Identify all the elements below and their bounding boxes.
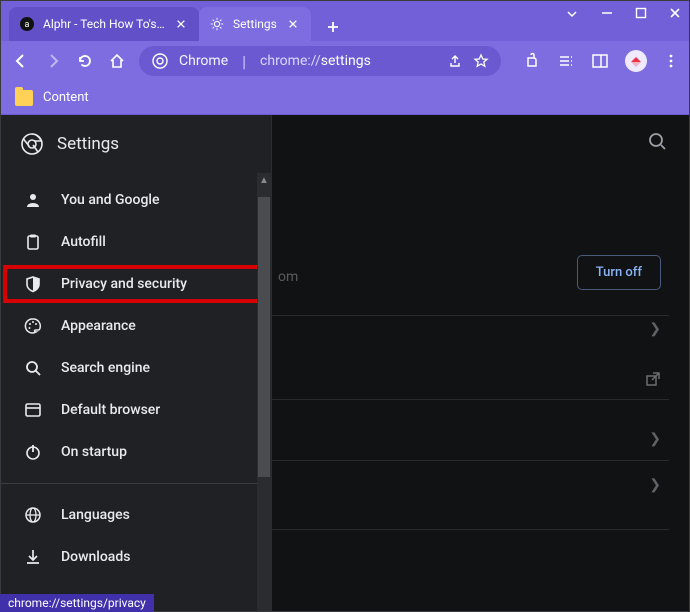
sidebar-item-label: Languages bbox=[61, 507, 130, 523]
clipboard-icon bbox=[23, 232, 43, 252]
sidebar-item-label: On startup bbox=[61, 444, 127, 460]
settings-main-pane: om Turn off ❯ ❯ ❯ bbox=[271, 115, 689, 611]
sidebar-item-appearance[interactable]: Appearance bbox=[1, 305, 271, 347]
settings-header: Settings bbox=[1, 115, 271, 173]
content-area: Settings You and Google Autofill Privacy… bbox=[1, 115, 689, 611]
sidebar-item-label: Privacy and security bbox=[61, 276, 187, 292]
chrome-logo-icon bbox=[151, 52, 169, 70]
partial-text: om bbox=[278, 269, 298, 285]
svg-text:a: a bbox=[25, 20, 30, 30]
turn-off-button[interactable]: Turn off bbox=[577, 255, 661, 290]
tab-alphr[interactable]: a Alphr - Tech How To's & G bbox=[9, 7, 199, 41]
power-icon bbox=[23, 442, 43, 462]
sidebar-item-label: You and Google bbox=[61, 192, 159, 208]
sidebar-item-downloads[interactable]: Downloads bbox=[1, 536, 271, 578]
person-icon bbox=[23, 190, 43, 210]
folder-icon bbox=[15, 90, 33, 106]
minimize-icon[interactable] bbox=[601, 7, 613, 21]
tab-strip: a Alphr - Tech How To's & G Settings bbox=[1, 1, 689, 41]
open-external-icon[interactable] bbox=[645, 371, 661, 387]
kebab-menu-icon[interactable] bbox=[663, 53, 679, 69]
chevron-right-icon[interactable]: ❯ bbox=[649, 431, 661, 447]
status-bar: chrome://settings/privacy bbox=[0, 594, 154, 612]
search-icon bbox=[23, 358, 43, 378]
chrome-logo-icon bbox=[21, 133, 43, 155]
omnibox-separator: | bbox=[242, 52, 246, 71]
scrollbar-thumb[interactable] bbox=[258, 197, 270, 477]
forward-icon[interactable] bbox=[43, 51, 63, 71]
sidebar-item-default-browser[interactable]: Default browser bbox=[1, 389, 271, 431]
browser-window: a Alphr - Tech How To's & G Settings bbox=[0, 0, 690, 612]
sidebar-item-label: Autofill bbox=[61, 234, 106, 250]
window-controls bbox=[565, 7, 681, 21]
tab-settings[interactable]: Settings bbox=[199, 7, 311, 41]
profile-avatar[interactable] bbox=[625, 50, 647, 72]
omnibox-url: chrome://settings bbox=[260, 53, 371, 69]
omnibox-host: Chrome bbox=[179, 53, 228, 69]
alphr-favicon-icon: a bbox=[19, 16, 35, 32]
settings-sidebar: Settings You and Google Autofill Privacy… bbox=[1, 115, 271, 611]
close-window-icon[interactable] bbox=[669, 7, 681, 21]
tab-title: Alphr - Tech How To's & G bbox=[43, 17, 165, 31]
sidebar-item-label: Search engine bbox=[61, 360, 150, 376]
extensions-icon[interactable] bbox=[523, 52, 541, 70]
bookmark-item[interactable]: Content bbox=[43, 90, 89, 105]
row-divider bbox=[272, 529, 669, 530]
close-icon[interactable] bbox=[173, 16, 189, 32]
row-divider bbox=[272, 399, 669, 400]
toolbar: Chrome | chrome://settings bbox=[1, 41, 689, 81]
row-divider bbox=[272, 460, 669, 461]
sidebar-scroll: You and Google Autofill Privacy and secu… bbox=[1, 173, 271, 611]
settings-menu: You and Google Autofill Privacy and secu… bbox=[1, 173, 271, 578]
menu-divider bbox=[1, 483, 271, 484]
palette-icon bbox=[23, 316, 43, 336]
gear-icon bbox=[209, 16, 225, 32]
row-divider bbox=[272, 315, 669, 316]
maximize-icon[interactable] bbox=[635, 7, 647, 21]
chevron-right-icon[interactable]: ❯ bbox=[649, 321, 661, 337]
scroll-up-icon[interactable]: ▲ bbox=[257, 173, 271, 187]
back-icon[interactable] bbox=[11, 51, 31, 71]
shield-icon bbox=[23, 274, 43, 294]
bookmarks-bar: Content bbox=[1, 81, 689, 115]
page-title: Settings bbox=[57, 134, 119, 154]
new-tab-button[interactable] bbox=[319, 13, 347, 41]
side-panel-icon[interactable] bbox=[591, 52, 609, 70]
sidebar-item-label: Appearance bbox=[61, 318, 136, 334]
reading-list-icon[interactable] bbox=[557, 52, 575, 70]
download-icon bbox=[23, 547, 43, 567]
sidebar-item-autofill[interactable]: Autofill bbox=[1, 221, 271, 263]
tab-title: Settings bbox=[233, 17, 277, 31]
caret-down-icon[interactable] bbox=[565, 7, 579, 21]
close-icon[interactable] bbox=[285, 16, 301, 32]
bookmark-star-icon[interactable] bbox=[473, 53, 489, 69]
search-settings-icon[interactable] bbox=[647, 131, 667, 151]
globe-icon bbox=[23, 505, 43, 525]
browser-window-icon bbox=[23, 400, 43, 420]
omnibox[interactable]: Chrome | chrome://settings bbox=[139, 46, 501, 76]
chevron-right-icon[interactable]: ❯ bbox=[649, 477, 661, 493]
sidebar-item-privacy-security[interactable]: Privacy and security bbox=[1, 263, 271, 305]
share-icon[interactable] bbox=[447, 53, 463, 69]
sidebar-item-label: Default browser bbox=[61, 402, 160, 418]
sidebar-item-languages[interactable]: Languages bbox=[1, 494, 271, 536]
sidebar-item-label: Downloads bbox=[61, 549, 130, 565]
reload-icon[interactable] bbox=[75, 51, 95, 71]
sidebar-scrollbar[interactable]: ▲ bbox=[257, 173, 271, 611]
home-icon[interactable] bbox=[107, 51, 127, 71]
sidebar-item-on-startup[interactable]: On startup bbox=[1, 431, 271, 473]
toolbar-actions bbox=[523, 50, 679, 72]
sidebar-item-you-and-google[interactable]: You and Google bbox=[1, 179, 271, 221]
sidebar-item-search-engine[interactable]: Search engine bbox=[1, 347, 271, 389]
